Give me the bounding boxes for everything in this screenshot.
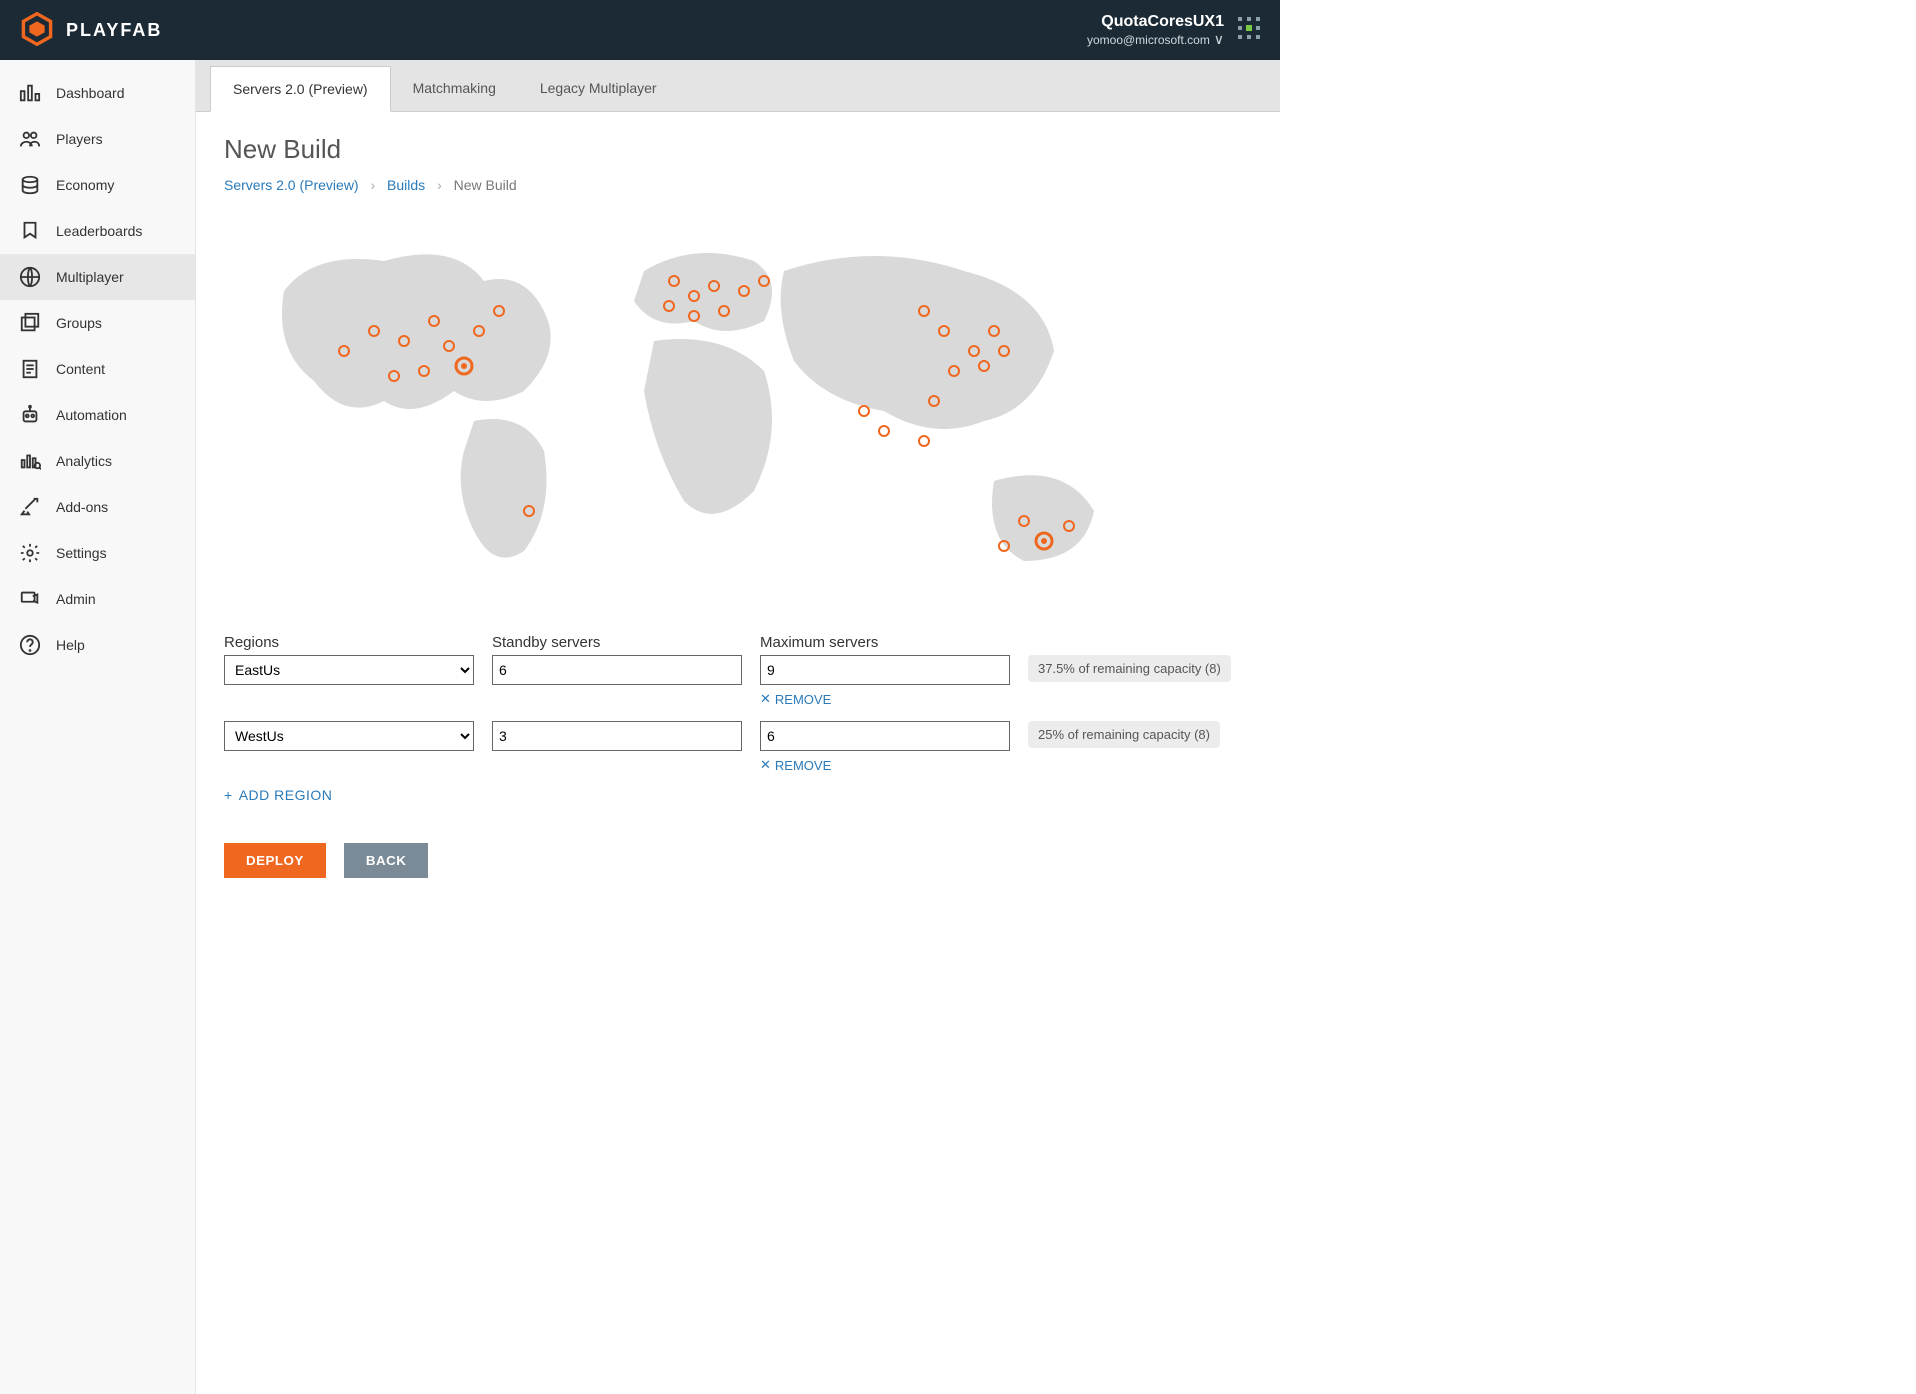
column-maximum: Maximum servers	[760, 634, 1010, 651]
automation-icon	[18, 404, 42, 426]
close-icon: ✕	[760, 691, 771, 707]
tab-servers[interactable]: Servers 2.0 (Preview)	[210, 66, 391, 112]
region-columns-header: Regions Standby servers Maximum servers	[224, 634, 1252, 651]
topbar: PLAYFAB QuotaCoresUX1 yomoo@microsoft.co…	[0, 0, 1280, 60]
add-region-button[interactable]: + ADD REGION	[224, 787, 1252, 803]
content-icon	[18, 358, 42, 380]
account-text: QuotaCoresUX1 yomoo@microsoft.com ∨	[1087, 12, 1224, 48]
analytics-icon	[18, 450, 42, 472]
sidebar: Dashboard Players Economy Leaderboards M…	[0, 60, 196, 1394]
remove-label: REMOVE	[775, 758, 831, 773]
remove-label: REMOVE	[775, 692, 831, 707]
sidebar-item-label: Automation	[56, 407, 127, 423]
chevron-down-icon: ∨	[1214, 31, 1224, 47]
sidebar-item-content[interactable]: Content	[0, 346, 195, 392]
world-map	[224, 211, 1124, 614]
add-region-label: ADD REGION	[239, 787, 333, 803]
sidebar-item-label: Add-ons	[56, 499, 108, 515]
playfab-logo-icon	[20, 12, 54, 49]
plus-icon: +	[224, 787, 233, 803]
sidebar-item-label: Admin	[56, 591, 96, 607]
account-title: QuotaCoresUX1	[1087, 12, 1224, 31]
remove-region-button[interactable]: ✕ REMOVE	[760, 691, 1010, 707]
grid-apps-icon[interactable]	[1238, 17, 1260, 42]
sidebar-item-addons[interactable]: Add-ons	[0, 484, 195, 530]
sidebar-item-label: Content	[56, 361, 105, 377]
tab-label: Servers 2.0 (Preview)	[233, 81, 368, 97]
sidebar-item-label: Multiplayer	[56, 269, 124, 285]
tab-label: Matchmaking	[413, 80, 496, 96]
capacity-badge: 37.5% of remaining capacity (8)	[1028, 655, 1231, 682]
capacity-badge: 25% of remaining capacity (8)	[1028, 721, 1220, 748]
deploy-button[interactable]: DEPLOY	[224, 843, 326, 878]
groups-icon	[18, 312, 42, 334]
page-title: New Build	[224, 134, 1252, 165]
players-icon	[18, 128, 42, 150]
region-row: EastUs ✕ REMOVE 37.5% of remaining capac…	[224, 655, 1252, 707]
tabbar: Servers 2.0 (Preview) Matchmaking Legacy…	[196, 60, 1280, 112]
sidebar-item-automation[interactable]: Automation	[0, 392, 195, 438]
account-menu[interactable]: QuotaCoresUX1 yomoo@microsoft.com ∨	[1087, 12, 1260, 48]
region-select[interactable]: EastUs	[224, 655, 474, 685]
sidebar-item-label: Help	[56, 637, 85, 653]
sidebar-item-label: Settings	[56, 545, 107, 561]
breadcrumb-link-builds[interactable]: Builds	[387, 177, 425, 193]
sidebar-item-analytics[interactable]: Analytics	[0, 438, 195, 484]
standby-input[interactable]	[492, 721, 742, 751]
breadcrumb: Servers 2.0 (Preview) › Builds › New Bui…	[224, 177, 1252, 193]
chevron-right-icon: ›	[437, 177, 442, 193]
tab-matchmaking[interactable]: Matchmaking	[391, 66, 518, 111]
sidebar-item-dashboard[interactable]: Dashboard	[0, 70, 195, 116]
sidebar-item-leaderboards[interactable]: Leaderboards	[0, 208, 195, 254]
back-button[interactable]: BACK	[344, 843, 429, 878]
maximum-input[interactable]	[760, 655, 1010, 685]
main: Servers 2.0 (Preview) Matchmaking Legacy…	[196, 60, 1280, 1394]
help-icon	[18, 634, 42, 656]
sidebar-item-label: Leaderboards	[56, 223, 142, 239]
close-icon: ✕	[760, 757, 771, 773]
brand-name: PLAYFAB	[66, 20, 162, 41]
breadcrumb-link-servers[interactable]: Servers 2.0 (Preview)	[224, 177, 359, 193]
chevron-right-icon: ›	[370, 177, 375, 193]
maximum-input[interactable]	[760, 721, 1010, 751]
sidebar-item-label: Analytics	[56, 453, 112, 469]
breadcrumb-current: New Build	[454, 177, 517, 193]
addons-icon	[18, 496, 42, 518]
sidebar-item-admin[interactable]: Admin	[0, 576, 195, 622]
sidebar-item-label: Players	[56, 131, 103, 147]
region-select[interactable]: WestUs	[224, 721, 474, 751]
sidebar-item-label: Economy	[56, 177, 114, 193]
sidebar-item-economy[interactable]: Economy	[0, 162, 195, 208]
tab-label: Legacy Multiplayer	[540, 80, 657, 96]
economy-icon	[18, 174, 42, 196]
account-email: yomoo@microsoft.com	[1087, 33, 1210, 47]
sidebar-item-players[interactable]: Players	[0, 116, 195, 162]
column-regions: Regions	[224, 634, 474, 651]
sidebar-item-groups[interactable]: Groups	[0, 300, 195, 346]
brand[interactable]: PLAYFAB	[20, 12, 162, 49]
leaderboards-icon	[18, 220, 42, 242]
admin-icon	[18, 588, 42, 610]
dashboard-icon	[18, 82, 42, 104]
sidebar-item-label: Groups	[56, 315, 102, 331]
standby-input[interactable]	[492, 655, 742, 685]
column-standby: Standby servers	[492, 634, 742, 651]
sidebar-item-multiplayer[interactable]: Multiplayer	[0, 254, 195, 300]
remove-region-button[interactable]: ✕ REMOVE	[760, 757, 1010, 773]
multiplayer-icon	[18, 266, 42, 288]
sidebar-item-settings[interactable]: Settings	[0, 530, 195, 576]
tab-legacy[interactable]: Legacy Multiplayer	[518, 66, 679, 111]
sidebar-item-help[interactable]: Help	[0, 622, 195, 668]
sidebar-item-label: Dashboard	[56, 85, 125, 101]
settings-icon	[18, 542, 42, 564]
region-row: WestUs ✕ REMOVE 25% of remaining capacit…	[224, 721, 1252, 773]
